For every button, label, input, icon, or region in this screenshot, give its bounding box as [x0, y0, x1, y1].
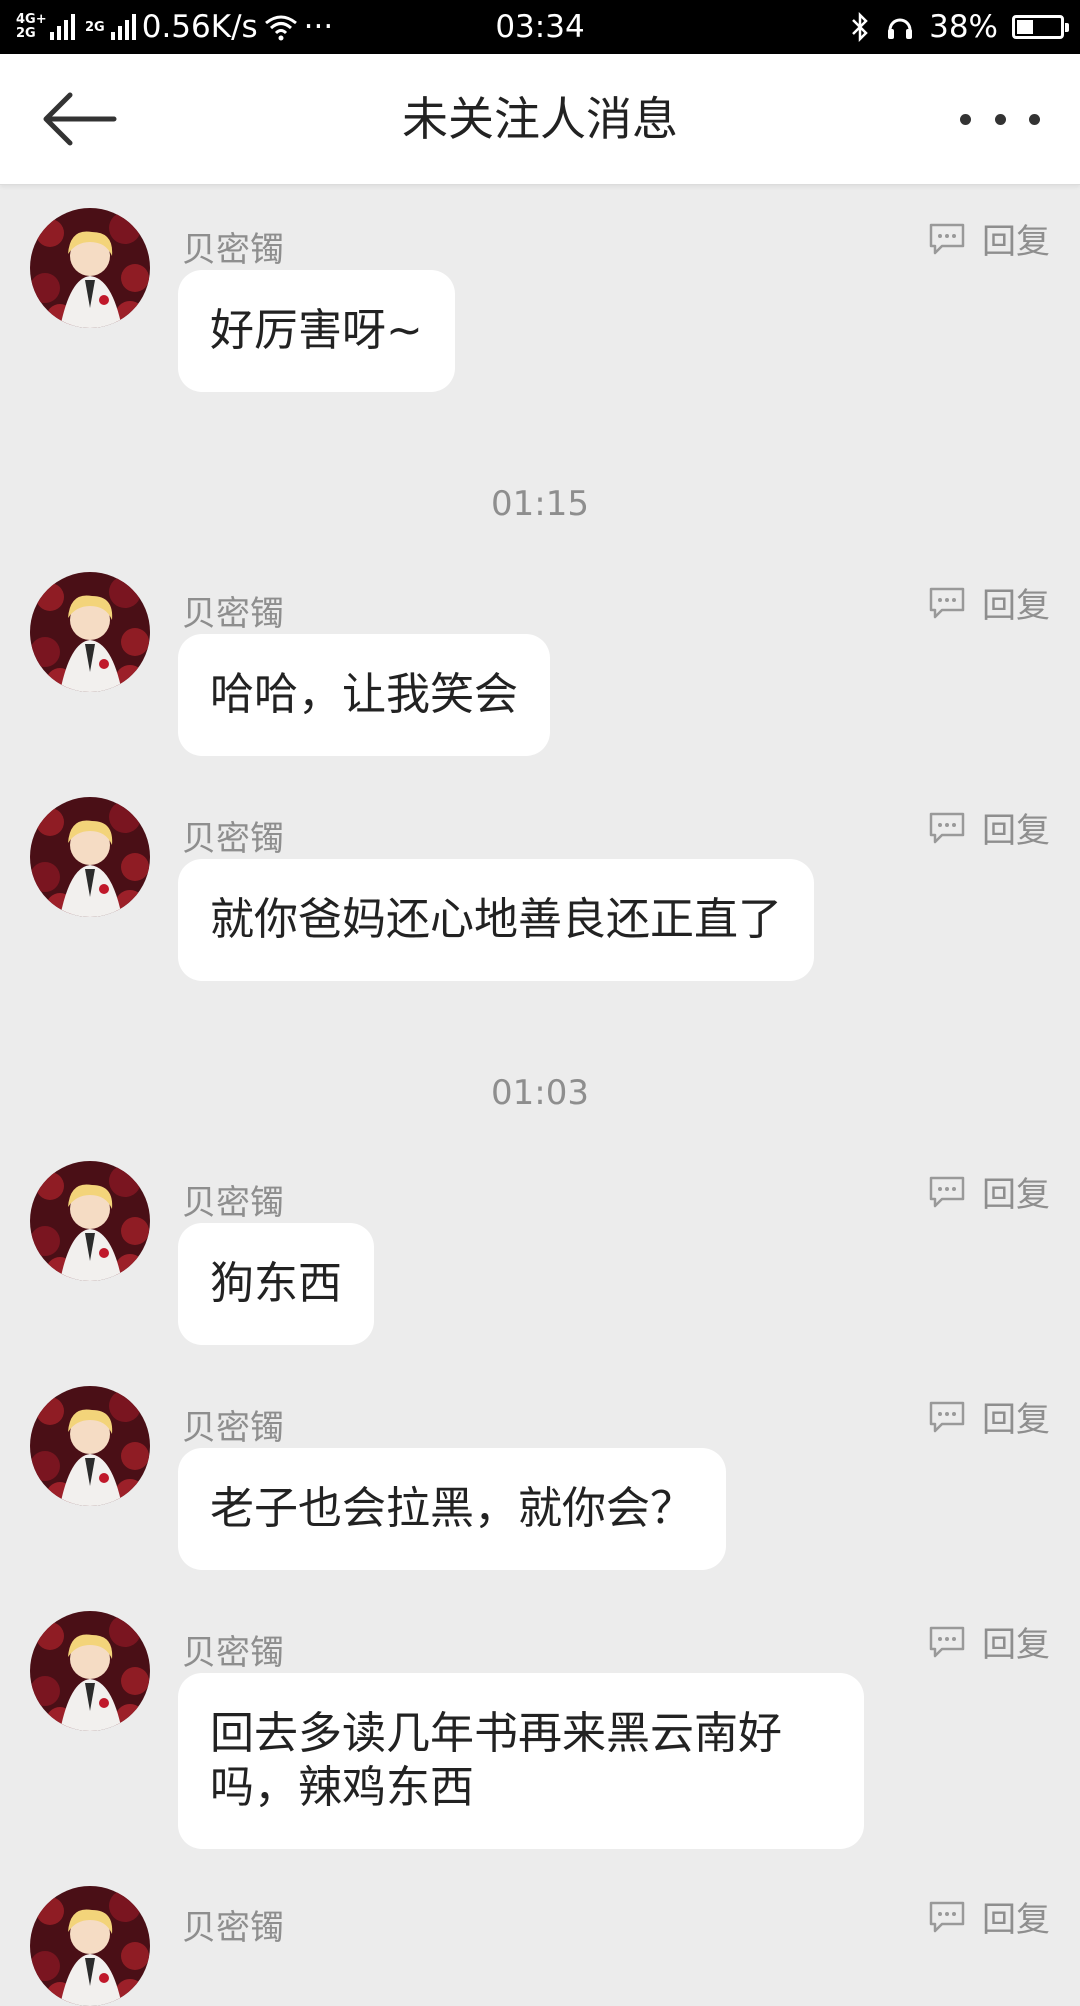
avatar[interactable]: [30, 1611, 150, 1731]
reply-button[interactable]: 回复: [928, 1892, 1050, 1941]
reply-label: 回复: [982, 1625, 1050, 1665]
reply-button[interactable]: 回复: [928, 803, 1050, 852]
reply-button[interactable]: 回复: [928, 1617, 1050, 1666]
message-bubble[interactable]: 哈哈，让我笑会: [178, 634, 550, 756]
headset-icon: [888, 18, 913, 39]
comment-icon: [929, 812, 965, 843]
avatar[interactable]: [30, 572, 150, 692]
message-bubble[interactable]: 回去多读几年书再来黑云南好吗，辣鸡东西: [178, 1673, 864, 1849]
more-options-icon[interactable]: [960, 104, 1040, 134]
reply-button[interactable]: 回复: [928, 1167, 1050, 1216]
reply-button[interactable]: 回复: [928, 214, 1050, 263]
avatar[interactable]: [30, 1161, 150, 1281]
battery-level: [1017, 20, 1033, 34]
reply-label: 回复: [982, 811, 1050, 851]
avatar[interactable]: [30, 797, 150, 917]
reply-label: 回复: [982, 1400, 1050, 1440]
reply-label: 回复: [982, 222, 1050, 262]
bluetooth-icon: [852, 12, 868, 42]
title-bar: 未关注人消息: [0, 54, 1080, 185]
sender-name: 贝密镯: [182, 1408, 284, 1448]
message-bubble[interactable]: 狗东西: [178, 1223, 374, 1345]
comment-icon: [929, 1401, 965, 1432]
comment-icon: [929, 1176, 965, 1207]
sender-name: 贝密镯: [182, 230, 284, 270]
timestamp: 01:15: [491, 484, 589, 524]
timestamp: 01:03: [491, 1073, 589, 1113]
sender-name: 贝密镯: [182, 1633, 284, 1673]
reply-button[interactable]: 回复: [928, 578, 1050, 627]
message-bubble[interactable]: 就你爸妈还心地善良还正直了: [178, 859, 814, 981]
status-bar: 4G+ 2G 2G 0.56K/s ··· 03:34 38%: [0, 0, 1080, 54]
sender-name: 贝密镯: [182, 1183, 284, 1223]
battery-icon: [1012, 15, 1069, 39]
avatar[interactable]: [30, 208, 150, 328]
reply-label: 回复: [982, 1175, 1050, 1215]
reply-label: 回复: [982, 586, 1050, 626]
sender-name: 贝密镯: [182, 594, 284, 634]
reply-label: 回复: [982, 1900, 1050, 1940]
avatar[interactable]: [30, 1886, 150, 2006]
sender-name: 贝密镯: [182, 1908, 284, 1948]
avatar[interactable]: [30, 1386, 150, 1506]
message-bubble[interactable]: 好厉害呀~: [178, 270, 455, 392]
message-bubble[interactable]: 老子也会拉黑，就你会？: [178, 1448, 726, 1570]
comment-icon: [929, 223, 965, 254]
status-right: 38%: [849, 6, 1069, 48]
page-title: 未关注人消息: [402, 92, 678, 146]
comment-icon: [929, 587, 965, 618]
battery-percent: 38%: [929, 9, 998, 45]
sender-name: 贝密镯: [182, 819, 284, 859]
comment-icon: [929, 1626, 965, 1657]
reply-button[interactable]: 回复: [928, 1392, 1050, 1441]
comment-icon: [929, 1901, 965, 1932]
